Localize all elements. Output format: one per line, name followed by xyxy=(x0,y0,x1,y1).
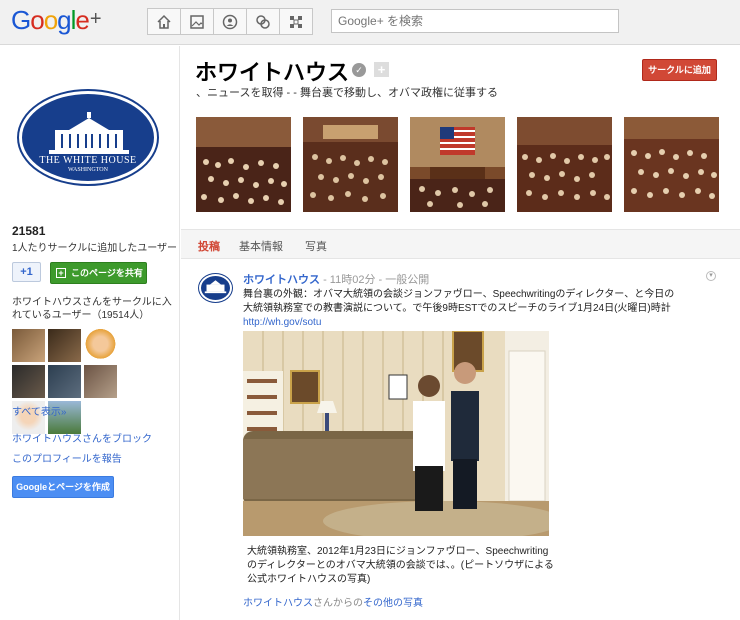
more-photos-label[interactable]: その他の写真 xyxy=(363,598,423,609)
member-avatar[interactable] xyxy=(12,329,45,362)
nav-home-button[interactable] xyxy=(147,8,181,35)
post-visibility[interactable]: 一般公開 xyxy=(385,274,429,286)
photo-thumbnail[interactable] xyxy=(196,117,291,212)
photo-thumbnail[interactable] xyxy=(410,117,505,212)
post-author-avatar[interactable] xyxy=(199,274,232,302)
block-user-link[interactable]: ホワイトハウスさんをブロック xyxy=(12,430,152,445)
follower-count: 21581 xyxy=(12,224,46,238)
photo-thumbnail[interactable] xyxy=(624,117,719,212)
circles-icon xyxy=(256,14,270,29)
tab-posts[interactable]: 投稿 xyxy=(198,238,220,254)
add-icon[interactable]: + xyxy=(374,62,389,77)
plus-one-button[interactable]: +1 xyxy=(12,262,41,282)
top-bar: Google+ xyxy=(0,0,740,45)
games-icon xyxy=(290,15,302,28)
page-title: ホワイトハウス xyxy=(195,60,350,85)
member-avatar[interactable] xyxy=(84,329,117,362)
white-house-seal-avatar: THE WHITE HOUSE WASHINGTON xyxy=(19,91,157,184)
logo-letter: o xyxy=(43,5,59,35)
more-photos-mid: さんからの xyxy=(313,598,363,609)
seal-subtitle: WASHINGTON xyxy=(68,167,108,173)
profile-tabs: 投稿 基本情報 写真 xyxy=(181,229,740,259)
google-plus-logo[interactable]: Google+ xyxy=(11,5,102,36)
in-circles-text: ホワイトハウスさんをサークルに入れているユーザー（19514人） xyxy=(12,297,172,321)
logo-letter: e xyxy=(75,5,90,35)
left-sidebar: THE WHITE HOUSE WASHINGTON 21581 1人たりサーク… xyxy=(0,46,180,620)
photos-icon xyxy=(190,14,204,29)
nav-games-button[interactable] xyxy=(279,8,313,35)
photo-thumbnail[interactable] xyxy=(517,117,612,212)
post-header: ホワイトハウス - 11時02分 - 一般公開 xyxy=(243,271,429,287)
home-icon xyxy=(157,14,171,29)
post-photo[interactable] xyxy=(243,331,549,536)
search-input[interactable] xyxy=(331,9,619,33)
create-page-button[interactable]: Googleとページを作成 xyxy=(12,476,114,498)
seal-title: THE WHITE HOUSE xyxy=(39,155,137,166)
nav-profile-button[interactable] xyxy=(213,8,247,35)
tab-about[interactable]: 基本情報 xyxy=(239,238,283,254)
show-all-link[interactable]: すべて表示» xyxy=(12,403,66,418)
follower-count-label: 1人たりサークルに追加したユーザー xyxy=(12,243,178,254)
member-avatar[interactable] xyxy=(48,365,81,398)
nav-icon-bar xyxy=(147,8,313,35)
post-time[interactable]: 11時02分 xyxy=(330,274,376,286)
add-to-circles-button[interactable]: サークルに追加 xyxy=(642,59,717,81)
profile-icon xyxy=(222,14,238,29)
logo-letter: o xyxy=(30,5,45,35)
member-avatar[interactable] xyxy=(48,329,81,362)
white-house-icon xyxy=(49,112,129,154)
logo-letter: g xyxy=(57,5,72,35)
photo-caption: 大統領執務室、2012年1月23日にジョンファヴロー、Speechwriting… xyxy=(247,546,554,585)
logo-plus: + xyxy=(89,8,102,30)
share-plus-icon: + xyxy=(56,268,66,278)
share-page-button[interactable]: + このページを共有 xyxy=(50,262,147,284)
tab-photos[interactable]: 写真 xyxy=(305,238,327,254)
post-separator: - xyxy=(323,274,330,286)
post-link[interactable]: http://wh.gov/sotu xyxy=(243,317,321,328)
more-photos-author[interactable]: ホワイトハウス xyxy=(243,598,313,609)
nav-circles-button[interactable] xyxy=(246,8,280,35)
profile-tagline: 、ニュースを取得 - - 舞台裏で移動し、オバマ政権に従事する xyxy=(196,87,498,99)
circle-members-grid xyxy=(12,329,152,434)
verified-icon: ✓ xyxy=(352,63,366,77)
photo-strip xyxy=(196,117,719,212)
post-menu-chevron-icon[interactable]: ▾ xyxy=(706,271,716,281)
more-photos-link: ホワイトハウスさんからのその他の写真 xyxy=(243,594,423,609)
white-house-icon xyxy=(204,280,227,294)
report-profile-link[interactable]: このプロフィールを報告 xyxy=(12,450,122,465)
post-author-name[interactable]: ホワイトハウス xyxy=(243,274,320,286)
nav-photos-button[interactable] xyxy=(180,8,214,35)
share-page-label: このページを共有 xyxy=(71,268,143,278)
photo-thumbnail[interactable] xyxy=(303,117,398,212)
member-avatar[interactable] xyxy=(84,365,117,398)
member-avatar[interactable] xyxy=(12,365,45,398)
post-body-text: 舞台裏の外観：オバマ大統領の会談ジョンファヴロー、Speechwritingのデ… xyxy=(243,289,675,314)
logo-letter: G xyxy=(11,5,31,35)
